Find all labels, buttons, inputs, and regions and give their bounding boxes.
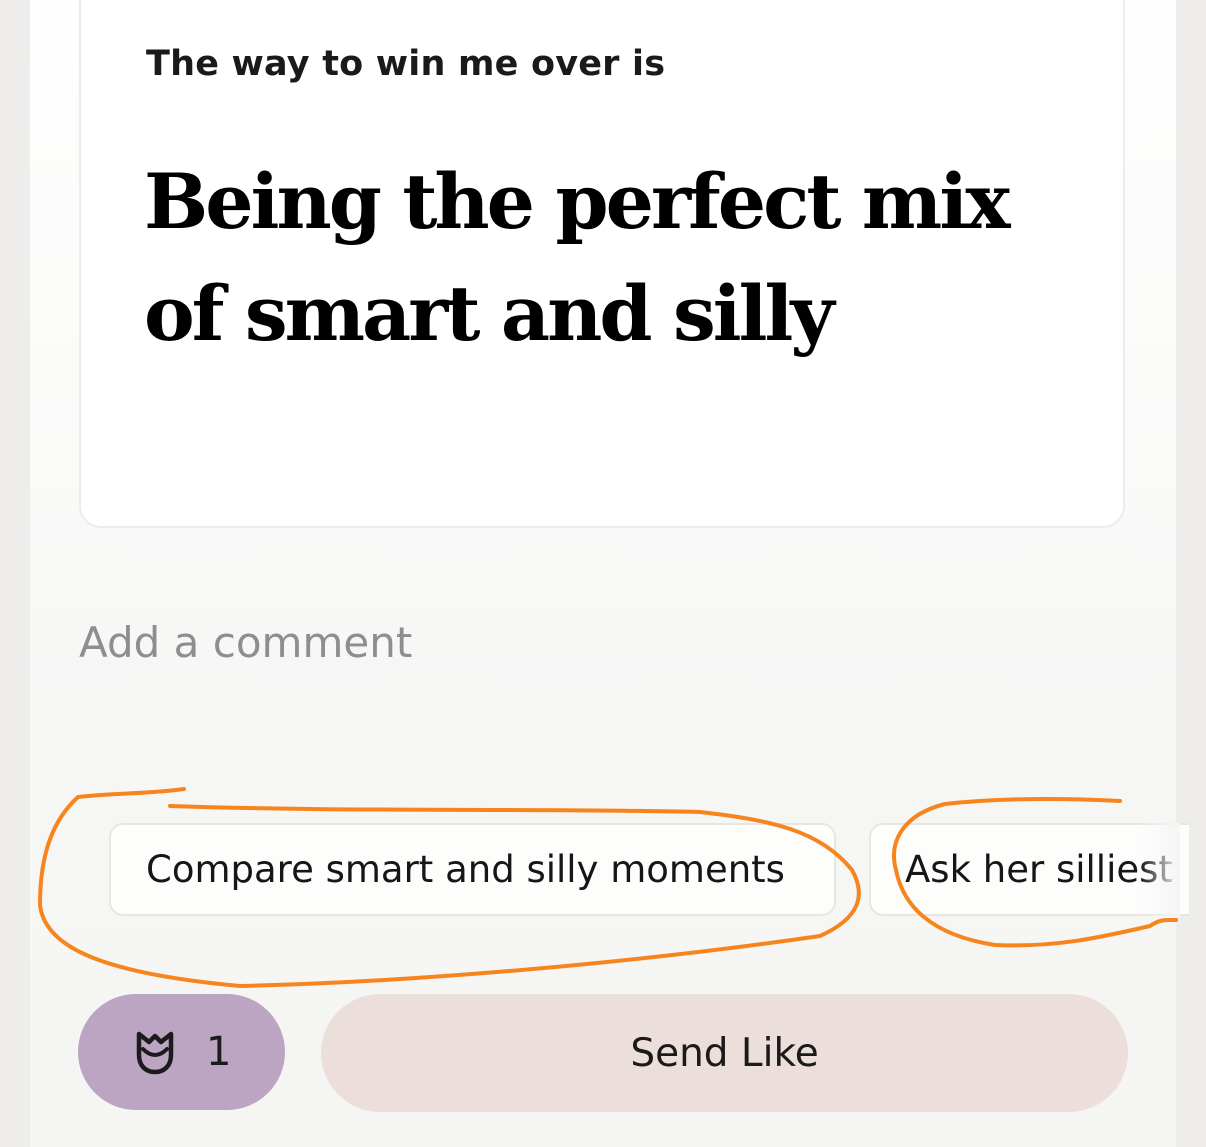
comment-input[interactable] (79, 607, 1119, 677)
rose-icon (136, 1031, 174, 1075)
suggestion-chip-compare[interactable]: Compare smart and silly moments (109, 823, 836, 916)
send-like-label: Send Like (630, 1030, 819, 1076)
rose-count: 1 (206, 1029, 232, 1075)
rose-button[interactable]: 1 (78, 994, 285, 1110)
send-like-button[interactable]: Send Like (321, 994, 1128, 1112)
prompt-label: The way to win me over is (146, 44, 666, 84)
chip-scroll-fade (1140, 823, 1180, 916)
prompt-answer: Being the perfect mix of smart and silly (144, 157, 1011, 358)
